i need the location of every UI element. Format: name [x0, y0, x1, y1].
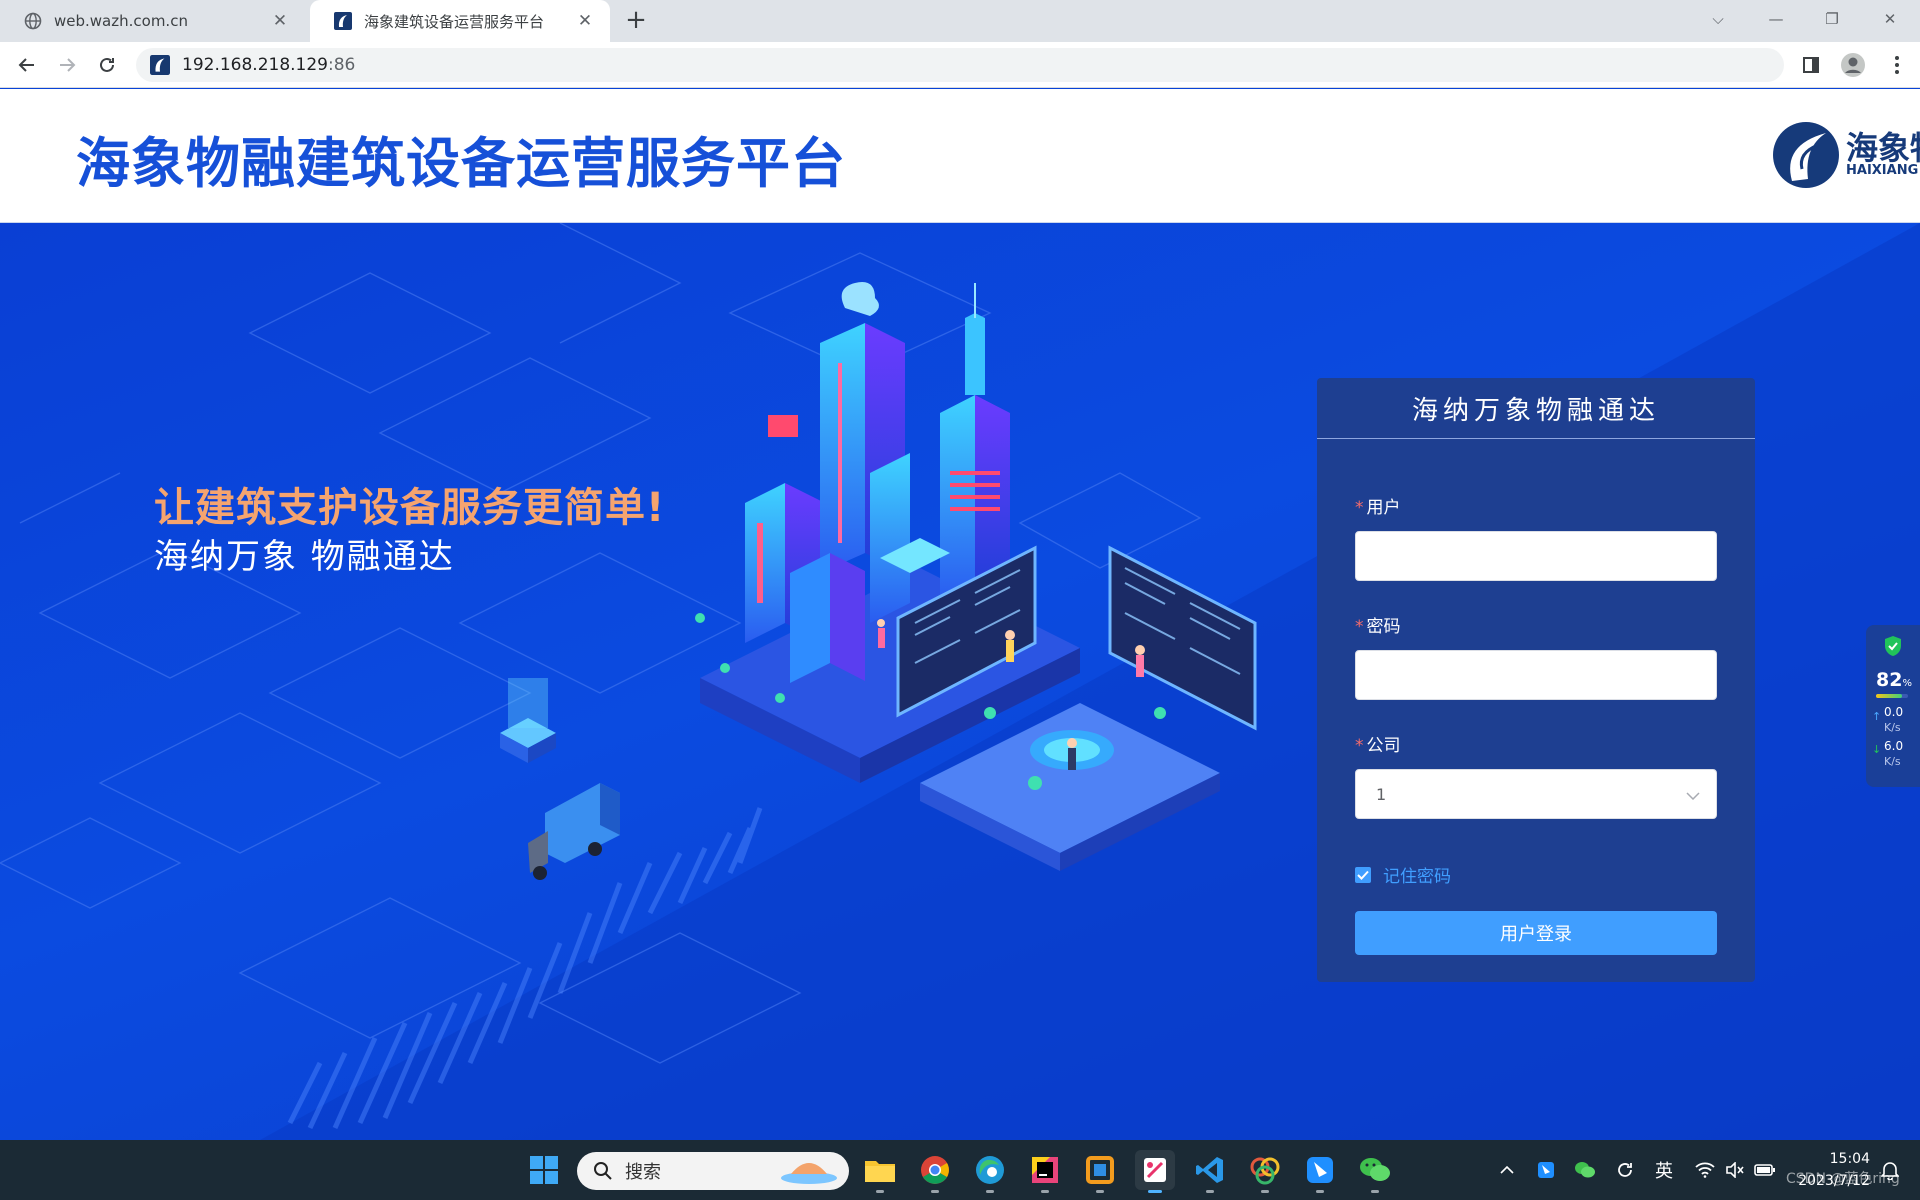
vscode-icon[interactable]: [1190, 1150, 1230, 1193]
jetbrains-icon[interactable]: [1025, 1150, 1065, 1193]
forward-button[interactable]: [52, 50, 82, 80]
file-explorer-icon[interactable]: [860, 1150, 900, 1193]
taskbar-search[interactable]: 搜索: [577, 1152, 849, 1190]
remember-password[interactable]: 记住密码: [1355, 862, 1451, 887]
clock-time: 15:04: [1829, 1151, 1870, 1167]
windows-taskbar: 搜索 英 15:04 2023/7/12: [0, 1140, 1920, 1200]
minimize-button[interactable]: —: [1748, 0, 1804, 38]
snipping-tool-icon[interactable]: [1135, 1150, 1175, 1193]
search-placeholder: 搜索: [625, 1162, 661, 1183]
shield-check-icon: [1885, 636, 1901, 656]
new-tab-button[interactable]: +: [622, 7, 650, 35]
csdn-watermark: CSDN @蓝色ring: [1786, 1171, 1900, 1187]
chevron-down-icon: [1686, 785, 1700, 804]
haixiang-logo-icon: [150, 55, 170, 75]
wifi-icon[interactable]: [1692, 1156, 1718, 1184]
net-speed-widget[interactable]: 82% ↑ 0.0 K/s ↓ 6.0 K/s: [1866, 625, 1920, 787]
login-title: 海纳万象物融通达: [1317, 378, 1755, 439]
restore-button[interactable]: ❐: [1804, 0, 1860, 38]
browser-tabstrip: web.wazh.com.cn ✕ 海象建筑设备运营服务平台 ✕ + ⌵ — ❐…: [0, 0, 1920, 42]
feishu-icon[interactable]: [1300, 1150, 1340, 1193]
login-button[interactable]: 用户登录: [1355, 911, 1717, 955]
company-select[interactable]: 1: [1355, 769, 1717, 819]
download-speed: 6.0 K/s: [1884, 739, 1904, 768]
davinci-icon[interactable]: [1245, 1150, 1285, 1193]
app-orange-icon[interactable]: [1080, 1150, 1120, 1193]
company-select-value: 1: [1376, 784, 1387, 804]
upload-arrow-icon: ↑: [1872, 710, 1882, 723]
wechat-tray-icon[interactable]: [1572, 1156, 1598, 1184]
brand-name-en: HAIXIANG M: [1846, 163, 1920, 178]
sidepanel-icon[interactable]: [1796, 50, 1826, 80]
tab-title: web.wazh.com.cn: [54, 12, 188, 30]
address-bar[interactable]: 192.168.218.129:86: [136, 48, 1784, 82]
download-arrow-icon: ↓: [1872, 743, 1882, 756]
page-title: 海象物融建筑设备运营服务平台: [76, 132, 846, 195]
checkbox-checked-icon[interactable]: [1355, 866, 1371, 883]
reload-button[interactable]: [92, 50, 122, 80]
chevron-up-icon[interactable]: [1496, 1156, 1518, 1184]
wechat-icon[interactable]: [1355, 1150, 1395, 1193]
upload-speed: 0.0 K/s: [1884, 705, 1904, 734]
site-header: 海象物融建筑设备运营服务平台 海象物 HAIXIANG M: [0, 89, 1920, 223]
edge-icon[interactable]: [970, 1150, 1010, 1193]
window-close-button[interactable]: ✕: [1862, 0, 1918, 38]
brand-logo: 海象物 HAIXIANG M: [1772, 119, 1920, 191]
memory-bar: [1876, 694, 1908, 698]
chrome-icon[interactable]: [915, 1150, 955, 1193]
close-icon[interactable]: ✕: [269, 10, 291, 32]
ime-indicator[interactable]: 英: [1650, 1156, 1678, 1184]
haixiang-logo-icon: [334, 12, 352, 30]
search-highlight-icon: [781, 1163, 837, 1184]
sync-icon[interactable]: [1612, 1156, 1638, 1184]
haixiang-logo-icon: [1773, 122, 1839, 188]
company-label: * 公司: [1355, 736, 1401, 756]
browser-toolbar: 192.168.218.129:86: [0, 42, 1920, 88]
user-label: * 用户: [1355, 498, 1401, 518]
remember-label: 记住密码: [1383, 867, 1451, 887]
hero-slogan: 让建筑支护设备服务更简单!: [154, 485, 666, 531]
tab-title: 海象建筑设备运营服务平台: [364, 12, 545, 31]
close-icon[interactable]: ✕: [574, 10, 596, 32]
back-button[interactable]: [12, 50, 42, 80]
password-label: * 密码: [1355, 617, 1401, 637]
windows-start-icon[interactable]: [524, 1150, 564, 1190]
username-field[interactable]: [1355, 531, 1717, 581]
password-input[interactable]: [1356, 651, 1716, 699]
search-icon: [594, 1162, 612, 1180]
username-input[interactable]: [1356, 532, 1716, 580]
url-text: 192.168.218.129:86: [182, 55, 356, 75]
profile-avatar-icon[interactable]: [1838, 50, 1868, 80]
hero-section: 让建筑支护设备服务更简单! 海纳万象 物融通达 海纳万象物融通达 * 用户 * 密码…: [0, 223, 1920, 1140]
globe-icon: [24, 12, 42, 30]
volume-mute-icon[interactable]: [1722, 1156, 1748, 1184]
tab-search-icon[interactable]: ⌵: [1690, 0, 1746, 38]
hero-subslogan: 海纳万象 物融通达: [154, 537, 455, 577]
password-field[interactable]: [1355, 650, 1717, 700]
login-panel: 海纳万象物融通达 * 用户 * 密码 * 公司 1 记住密码 用户登录: [1317, 378, 1755, 982]
browser-tab-wazh[interactable]: web.wazh.com.cn ✕: [0, 0, 305, 42]
browser-tab-platform[interactable]: 海象建筑设备运营服务平台 ✕: [310, 0, 610, 42]
memory-percent: 82%: [1876, 669, 1912, 691]
feishu-tray-icon[interactable]: [1534, 1156, 1558, 1184]
menu-kebab-icon[interactable]: [1882, 50, 1912, 80]
